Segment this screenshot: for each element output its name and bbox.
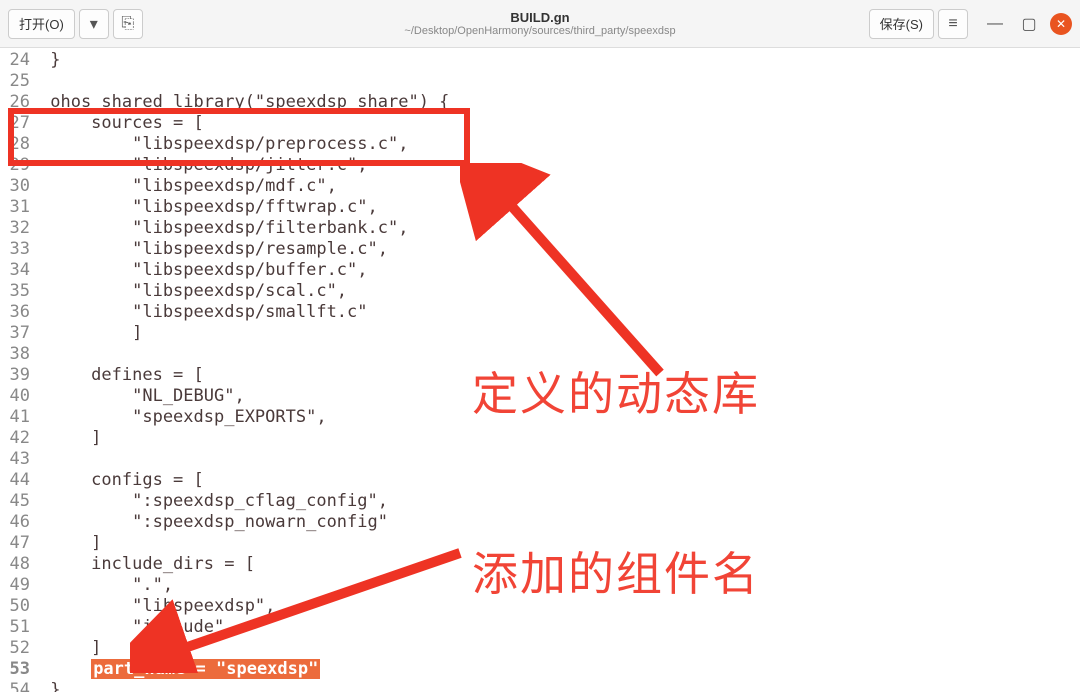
line-number: 35 [0,281,40,302]
titlebar-title-area: BUILD.gn ~/Desktop/OpenHarmony/sources/t… [404,10,675,37]
open-dropdown-button[interactable]: ▾ [79,9,109,39]
line-number: 53 [0,659,40,680]
editor-area[interactable]: 24 } 25 26 ohos_shared_library("speexdsp… [0,48,1080,692]
code-text: "libspeexdsp/fftwrap.c", [40,197,378,218]
code-text: ":speexdsp_cflag_config", [40,491,388,512]
line-number: 47 [0,533,40,554]
code-text: "libspeexdsp/smallft.c" [40,302,368,323]
line-number: 24 [0,50,40,71]
line-number: 33 [0,239,40,260]
code-text: part_name = "speexdsp" [40,659,320,680]
annotation-label-2: 添加的组件名 [472,538,760,604]
line-number: 27 [0,113,40,134]
code-text: ] [40,323,142,344]
line-number: 38 [0,344,40,365]
titlebar: 打开(O) ▾ ⎘ BUILD.gn ~/Desktop/OpenHarmony… [0,0,1080,48]
code-text: "speexdsp_EXPORTS", [40,407,327,428]
code-text: } [40,680,60,692]
line-number: 50 [0,596,40,617]
line-number: 43 [0,449,40,470]
code-text: ] [40,638,101,659]
chevron-down-icon: ▾ [90,14,98,34]
line-number: 30 [0,176,40,197]
code-text: defines = [ [40,365,204,386]
line-number: 41 [0,407,40,428]
code-text: "include" [40,617,224,638]
code-text: "libspeexdsp/scal.c", [40,281,347,302]
line-number: 48 [0,554,40,575]
code-text: "libspeexdsp/mdf.c", [40,176,337,197]
code-text: ] [40,428,101,449]
code-text: ] [40,533,101,554]
new-tab-icon: ⎘ [121,15,134,33]
line-number: 37 [0,323,40,344]
line-number: 49 [0,575,40,596]
close-icon: ✕ [1056,17,1066,31]
line-number: 52 [0,638,40,659]
minimize-icon: — [987,15,1003,33]
hamburger-icon: ≡ [948,15,957,33]
code-text: ".", [40,575,173,596]
hamburger-menu-button[interactable]: ≡ [938,9,968,39]
line-number: 31 [0,197,40,218]
line-number: 39 [0,365,40,386]
line-number: 54 [0,680,40,692]
line-number: 40 [0,386,40,407]
new-tab-button[interactable]: ⎘ [113,9,143,39]
code-text: "libspeexdsp/filterbank.c", [40,218,408,239]
line-number: 44 [0,470,40,491]
line-number: 46 [0,512,40,533]
open-button[interactable]: 打开(O) [8,9,75,39]
code-text: } [40,50,60,71]
line-number: 34 [0,260,40,281]
line-number: 26 [0,92,40,113]
maximize-icon: ▢ [1021,14,1036,34]
line-number: 29 [0,155,40,176]
minimize-button[interactable]: — [982,11,1008,37]
code-text: "libspeexdsp/buffer.c", [40,260,368,281]
annotation-label-1: 定义的动态库 [472,358,760,424]
code-text: "libspeexdsp/jitter.c", [40,155,368,176]
selection-highlight: part_name = "speexdsp" [91,659,320,679]
line-number: 32 [0,218,40,239]
code-text: "libspeexdsp/resample.c", [40,239,388,260]
line-number: 25 [0,71,40,92]
close-button[interactable]: ✕ [1050,13,1072,35]
code-text: ":speexdsp_nowarn_config" [40,512,388,533]
code-text: "NL_DEBUG", [40,386,245,407]
code-text: "libspeexdsp", [40,596,275,617]
code-text: include_dirs = [ [40,554,255,575]
save-button[interactable]: 保存(S) [869,9,934,39]
document-path: ~/Desktop/OpenHarmony/sources/third_part… [404,25,675,37]
code-text: sources = [ [40,113,204,134]
code-text: configs = [ [40,470,204,491]
line-number: 42 [0,428,40,449]
line-number: 36 [0,302,40,323]
line-number: 51 [0,617,40,638]
line-number: 45 [0,491,40,512]
code-text: ohos_shared_library("speexdsp_share") { [40,92,449,113]
document-title: BUILD.gn [510,10,569,25]
line-number: 28 [0,134,40,155]
code-text: "libspeexdsp/preprocess.c", [40,134,408,155]
maximize-button[interactable]: ▢ [1016,11,1042,37]
